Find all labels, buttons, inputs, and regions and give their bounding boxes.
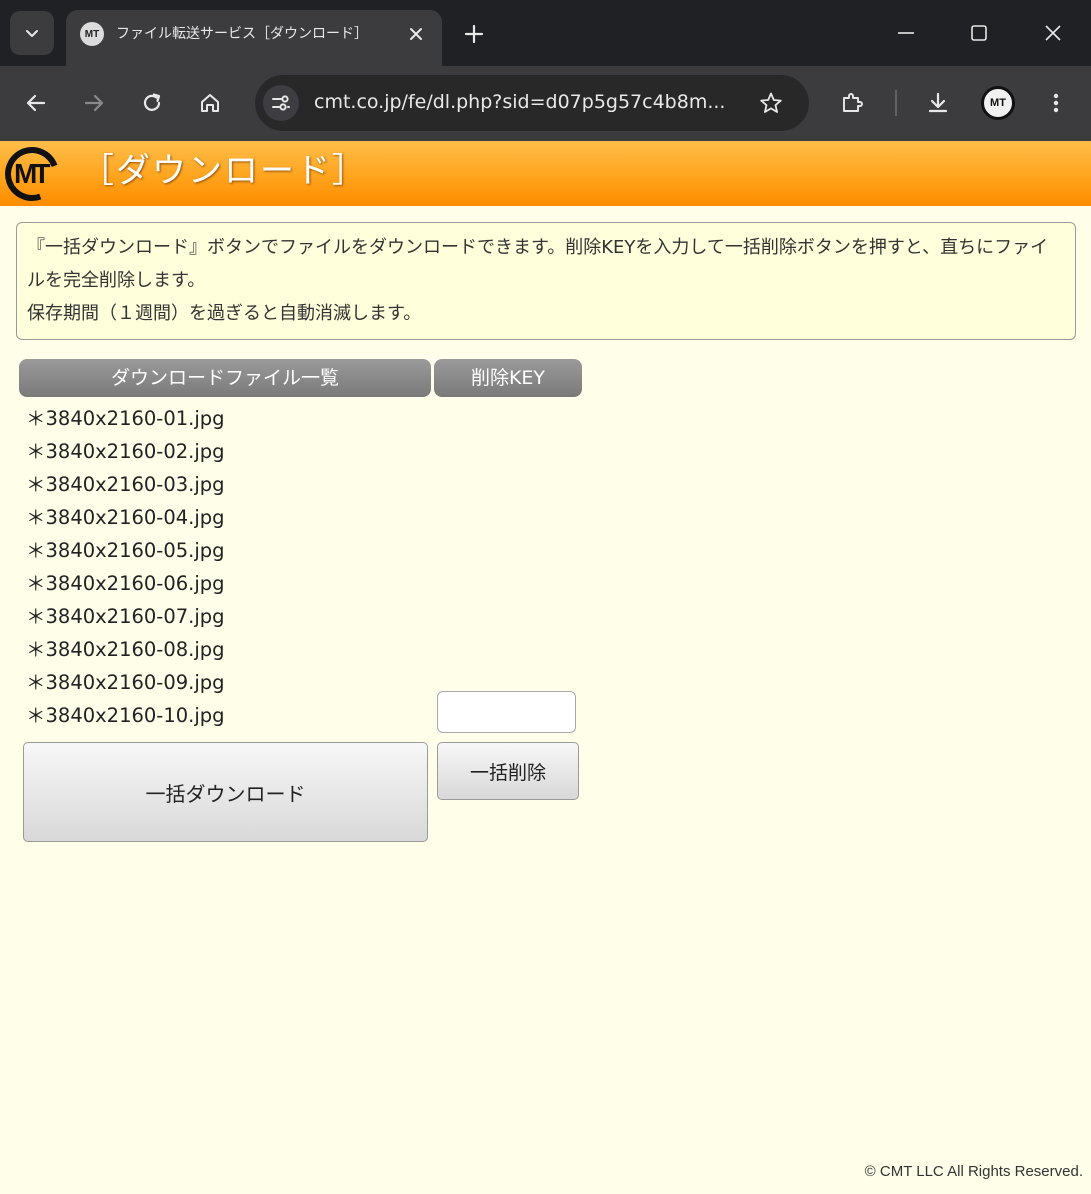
notice-line-1: 『一括ダウンロード』ボタンでファイルをダウンロードできます。削除KEYを入力して… (27, 237, 1049, 291)
maximize-icon (971, 25, 987, 41)
downloads-button[interactable] (918, 83, 958, 123)
tab-title: ファイル転送サービス［ダウンロード］ (116, 26, 368, 42)
profile-avatar[interactable]: MT (981, 86, 1015, 120)
cmt-logo: MT (0, 138, 68, 210)
file-item: ＊3840x2160-01.jpg (26, 407, 225, 430)
download-icon (928, 92, 948, 113)
new-tab-button[interactable] (456, 16, 492, 52)
file-item: ＊3840x2160-02.jpg (26, 440, 225, 463)
delete-key-header: 削除KEY (434, 359, 582, 397)
maximize-button[interactable] (954, 10, 1004, 56)
page-title: ［ダウンロード］ (80, 151, 368, 191)
tab-search-button[interactable] (10, 11, 54, 55)
url-text[interactable]: cmt.co.jp/fe/dl.php?sid=d07p5g57c4b8m... (314, 91, 754, 113)
download-all-button[interactable]: 一括ダウンロード (23, 742, 428, 842)
close-icon (410, 28, 422, 40)
close-icon (1045, 25, 1061, 41)
reload-button[interactable] (132, 83, 172, 123)
back-icon (26, 94, 46, 112)
file-item: ＊3840x2160-09.jpg (26, 671, 225, 694)
site-info-button[interactable] (263, 85, 299, 121)
menu-button[interactable] (1036, 83, 1076, 123)
bookmark-button[interactable] (753, 85, 789, 121)
home-icon (201, 94, 219, 112)
page-header: MT ［ダウンロード］ (0, 138, 1091, 210)
tab-close-button[interactable] (402, 20, 430, 48)
forward-icon (84, 94, 104, 112)
file-list: ＊3840x2160-01.jpg ＊3840x2160-02.jpg ＊384… (26, 402, 426, 732)
file-list-header: ダウンロードファイル一覧 (19, 359, 431, 397)
file-item: ＊3840x2160-07.jpg (26, 605, 225, 628)
notice-line-2: 保存期間（１週間）を過ぎると自動消滅します。 (27, 303, 422, 324)
back-button[interactable] (16, 83, 56, 123)
file-item: ＊3840x2160-04.jpg (26, 506, 225, 529)
extensions-button[interactable] (832, 83, 872, 123)
site-info-icon (272, 95, 290, 111)
tab-strip: MT ファイル転送サービス［ダウンロード］ (0, 0, 1091, 66)
window-close-button[interactable] (1028, 10, 1078, 56)
file-item: ＊3840x2160-06.jpg (26, 572, 225, 595)
minimize-icon (898, 32, 914, 34)
tab-favicon: MT (80, 22, 104, 46)
star-icon (760, 92, 782, 113)
file-item: ＊3840x2160-08.jpg (26, 638, 225, 661)
active-tab[interactable]: MT ファイル転送サービス［ダウンロード］ (66, 10, 442, 66)
delete-key-input[interactable] (437, 691, 576, 733)
minimize-button[interactable] (881, 10, 931, 56)
reload-icon (143, 93, 161, 111)
logo-text: MT (14, 158, 50, 189)
delete-all-button[interactable]: 一括削除 (437, 742, 579, 800)
more-icon (1053, 93, 1059, 113)
browser-toolbar: cmt.co.jp/fe/dl.php?sid=d07p5g57c4b8m...… (0, 66, 1091, 141)
footer-copyright: © CMT LLC All Rights Reserved. (864, 1163, 1083, 1180)
plus-icon (464, 24, 484, 44)
toolbar-separator (895, 90, 897, 116)
home-button[interactable] (190, 83, 230, 123)
extensions-icon (843, 93, 863, 112)
notice-box: 『一括ダウンロード』ボタンでファイルをダウンロードできます。削除KEYを入力して… (16, 222, 1076, 340)
file-item: ＊3840x2160-03.jpg (26, 473, 225, 496)
chevron-down-icon (26, 30, 38, 37)
file-item: ＊3840x2160-05.jpg (26, 539, 225, 562)
file-item: ＊3840x2160-10.jpg (26, 704, 225, 727)
forward-button[interactable] (74, 83, 114, 123)
address-bar[interactable]: cmt.co.jp/fe/dl.php?sid=d07p5g57c4b8m... (255, 75, 809, 131)
